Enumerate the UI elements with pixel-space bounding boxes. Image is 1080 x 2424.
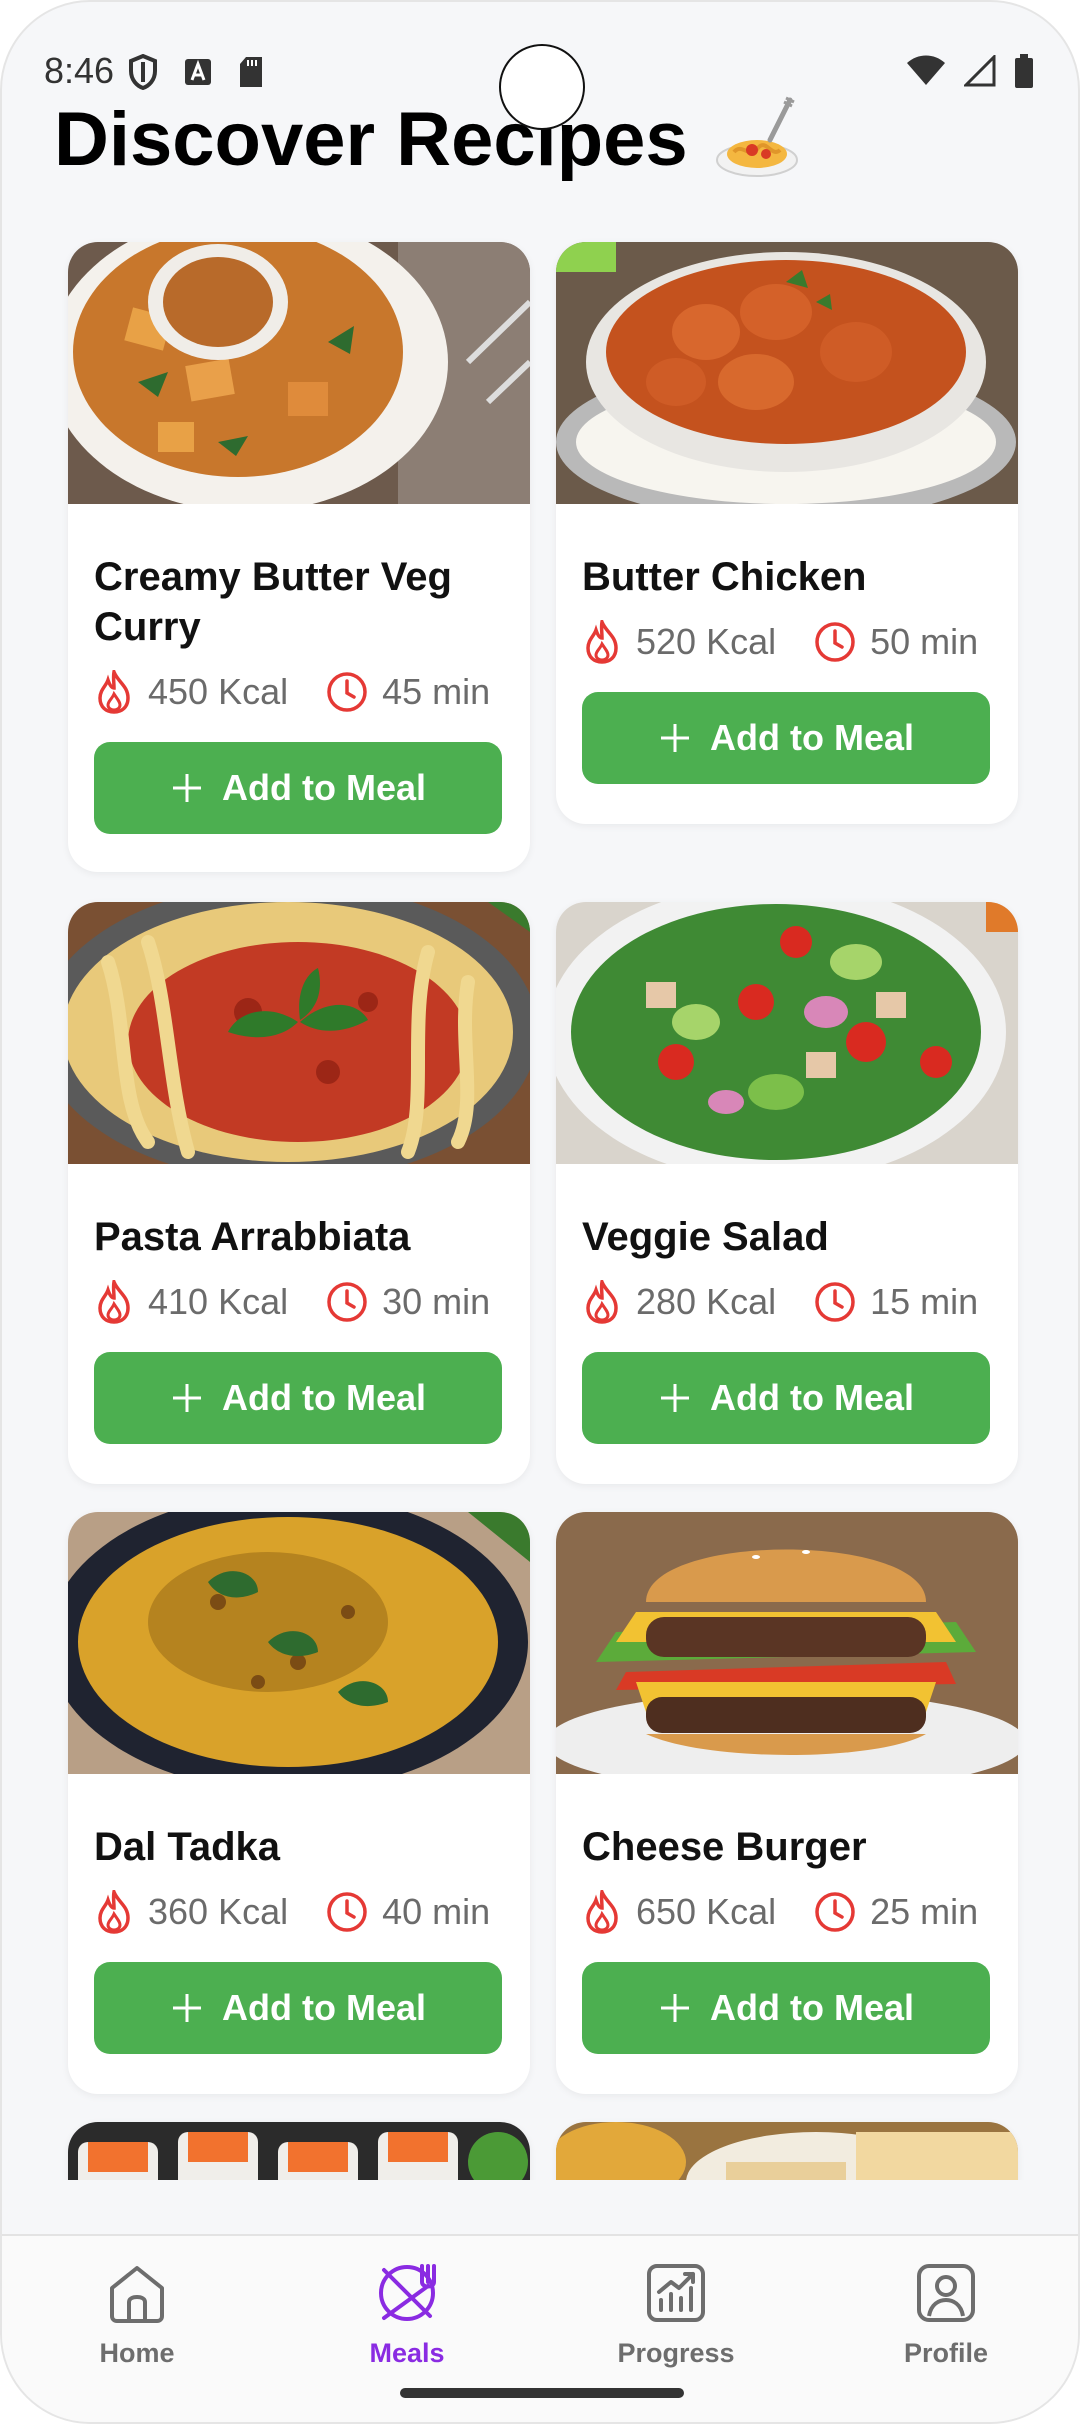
recipe-card-partial[interactable] — [68, 2122, 530, 2180]
dal-tadka-photo — [68, 1512, 530, 1774]
profile-icon — [917, 2264, 975, 2322]
recipe-title: Veggie Salad — [582, 1215, 829, 1259]
sushi-photo — [68, 2122, 530, 2180]
add-to-meal-label: Add to Meal — [710, 1377, 914, 1418]
butter-chicken-photo — [556, 242, 1018, 504]
add-to-meal-label: Add to Meal — [222, 1377, 426, 1418]
flame-icon — [98, 670, 130, 714]
calories-text: 360 Kcal — [148, 1891, 289, 1932]
veg-curry-photo — [68, 242, 530, 504]
pasta-photo — [68, 902, 530, 1164]
calories-text: 650 Kcal — [636, 1891, 777, 1932]
flame-icon — [586, 1890, 618, 1934]
recipe-grid[interactable]: Creamy Butter Veg Curry 450 Kcal 45 min … — [2, 212, 1078, 2180]
recipe-card[interactable]: Creamy Butter Veg Curry 450 Kcal 45 min … — [68, 242, 530, 872]
progress-icon — [647, 2264, 705, 2322]
nav-item-home[interactable]: Home — [37, 2258, 237, 2369]
time-text: 45 min — [382, 671, 491, 712]
plus-icon — [173, 1384, 201, 1412]
nav-label: Progress — [617, 2338, 735, 2368]
recipe-card[interactable]: Butter Chicken 520 Kcal 50 min Add to Me… — [556, 242, 1018, 824]
wifi-icon — [907, 55, 945, 85]
meals-icon — [379, 2264, 436, 2321]
clock-icon — [815, 622, 855, 662]
flame-icon — [98, 1890, 130, 1934]
keyboard-a-icon — [185, 59, 211, 85]
recipe-title: Cheese Burger — [582, 1825, 867, 1869]
time-text: 15 min — [870, 1281, 979, 1322]
calories-text: 280 Kcal — [636, 1281, 777, 1322]
calories-text: 520 Kcal — [636, 621, 777, 662]
recipe-card[interactable]: Cheese Burger 650 Kcal 25 min Add to Mea… — [556, 1512, 1018, 2094]
plus-icon — [661, 724, 689, 752]
clock-icon — [327, 1892, 367, 1932]
home-icon — [110, 2266, 164, 2323]
time-text: 40 min — [382, 1891, 491, 1932]
camera-cutout — [499, 44, 585, 130]
nav-label: Profile — [903, 2338, 989, 2368]
add-to-meal-label: Add to Meal — [710, 717, 914, 758]
calories-text: 450 Kcal — [148, 671, 289, 712]
burger-photo — [556, 1512, 1018, 1774]
recipe-title: Creamy Butter Veg Curry — [94, 555, 452, 649]
calories-text: 410 Kcal — [148, 1281, 289, 1322]
flame-icon — [98, 1280, 130, 1324]
flame-icon — [586, 620, 618, 664]
nav-item-progress[interactable]: Progress — [576, 2258, 776, 2369]
clock-icon — [327, 1282, 367, 1322]
time-text: 25 min — [870, 1891, 979, 1932]
recipe-title: Pasta Arrabbiata — [94, 1215, 411, 1259]
plus-icon — [661, 1384, 689, 1412]
toast-photo — [556, 2122, 1018, 2180]
time-text: 50 min — [870, 621, 979, 662]
plus-icon — [661, 1994, 689, 2022]
add-to-meal-label: Add to Meal — [222, 1987, 426, 2028]
add-to-meal-button[interactable]: Add to Meal — [94, 742, 502, 834]
recipe-card-partial[interactable] — [556, 2122, 1018, 2180]
spaghetti-icon — [715, 96, 798, 177]
cell-signal-icon — [964, 55, 996, 87]
recipe-card[interactable]: Pasta Arrabbiata 410 Kcal 30 min Add to … — [68, 902, 530, 1484]
flame-icon — [586, 1280, 618, 1324]
clock-icon — [327, 672, 367, 712]
sd-card-icon — [240, 57, 262, 87]
add-to-meal-button[interactable]: Add to Meal — [94, 1962, 502, 2054]
add-to-meal-button[interactable]: Add to Meal — [582, 1352, 990, 1444]
clock-icon — [815, 1282, 855, 1322]
recipe-title: Dal Tadka — [94, 1825, 280, 1869]
recipe-card[interactable]: Veggie Salad 280 Kcal 15 min Add to Meal — [556, 902, 1018, 1484]
nav-item-profile[interactable]: Profile — [846, 2258, 1046, 2369]
shield-icon — [129, 54, 157, 90]
plus-icon — [173, 1994, 201, 2022]
nav-label: Home — [99, 2338, 175, 2368]
battery-icon — [1015, 54, 1033, 88]
recipe-card[interactable]: Dal Tadka 360 Kcal 40 min Add to Meal — [68, 1512, 530, 2094]
nav-item-meals[interactable]: Meals — [307, 2258, 507, 2369]
add-to-meal-label: Add to Meal — [710, 1987, 914, 2028]
salad-photo — [556, 902, 1018, 1164]
status-time: 8:46 — [44, 50, 115, 91]
add-to-meal-button[interactable]: Add to Meal — [94, 1352, 502, 1444]
add-to-meal-button[interactable]: Add to Meal — [582, 1962, 990, 2054]
add-to-meal-button[interactable]: Add to Meal — [582, 692, 990, 784]
nav-label: Meals — [369, 2338, 445, 2368]
plus-icon — [173, 774, 201, 802]
clock-icon — [815, 1892, 855, 1932]
add-to-meal-label: Add to Meal — [222, 767, 426, 808]
app-screen: 8:46 Discover Recipes Creamy Butter Veg … — [0, 0, 1080, 2424]
time-text: 30 min — [382, 1281, 491, 1322]
home-indicator[interactable] — [400, 2388, 684, 2398]
recipe-title: Butter Chicken — [582, 555, 867, 599]
page-title-text: Discover Recipes — [54, 96, 688, 182]
page-title: Discover Recipes — [54, 94, 802, 184]
